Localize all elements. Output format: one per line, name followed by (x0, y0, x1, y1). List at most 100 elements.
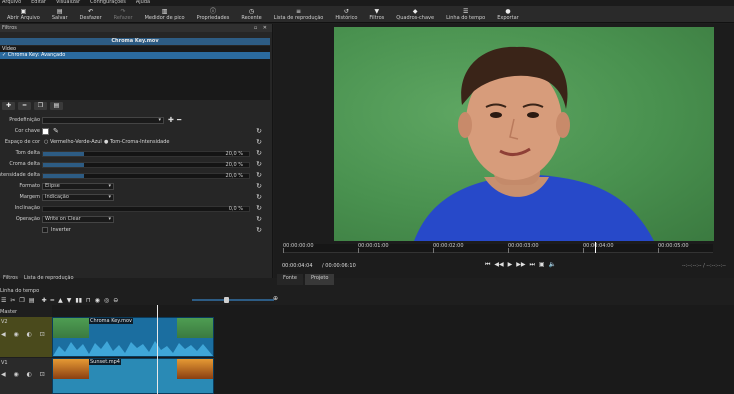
filter-item-chroma-key[interactable]: ✓ Chroma Key: Avançado (0, 52, 270, 59)
tab-source[interactable]: Fonte (277, 274, 303, 285)
toolbar-label: Exportar (497, 15, 519, 21)
skip-next-icon[interactable]: ⏭ (530, 260, 535, 270)
player-playhead[interactable] (595, 242, 596, 253)
open-button[interactable]: ▣ Abrir Arquivo (1, 6, 46, 23)
copy-icon[interactable]: ❐ (19, 297, 24, 304)
toolbar-label: Propriedades (196, 15, 230, 21)
edge-combo[interactable]: Indicação ▾ (42, 194, 114, 201)
volume-icon[interactable]: 🔈 (549, 260, 556, 270)
paste-filter-button[interactable]: ▤ (50, 102, 63, 110)
reset-icon[interactable]: ↻ (256, 139, 262, 146)
recent-button[interactable]: ◷ Recente (235, 6, 267, 23)
key-color-swatch[interactable] (42, 128, 49, 135)
play-icon[interactable]: ▶ (508, 260, 513, 270)
color-space-label: Espaço de cor (4, 139, 40, 145)
zoom-slider-handle[interactable] (224, 297, 229, 303)
slider-fill (43, 174, 85, 178)
track-controls[interactable]: ◀ ◉ ◐ ⊡ (1, 331, 48, 338)
zoom-slider[interactable] (192, 297, 274, 303)
invert-checkbox[interactable] (42, 227, 48, 233)
key-color-row: Cor chave ✎ ↻ (0, 127, 270, 136)
reset-icon[interactable]: ↻ (256, 172, 262, 179)
slope-slider[interactable]: 0,0 % (42, 206, 250, 212)
eyedropper-icon[interactable]: ✎ (53, 127, 59, 136)
intensity-delta-label: Intensidade delta (0, 172, 40, 178)
copy-filter-button[interactable]: ❐ (34, 102, 47, 110)
undo-button[interactable]: ↶ Desfazer (74, 6, 108, 23)
reset-icon[interactable]: ↻ (256, 194, 262, 201)
paste-icon[interactable]: ▤ (29, 297, 35, 304)
timeline-playhead[interactable] (157, 305, 158, 394)
reset-icon[interactable]: ↻ (256, 205, 262, 212)
fast-forward-icon[interactable]: ▶▶ (516, 260, 525, 270)
tab-playlist[interactable]: Lista de reprodução (21, 273, 77, 283)
clip-thumbnail (53, 318, 89, 338)
format-combo[interactable]: Elipse ▾ (42, 183, 114, 190)
chroma-delta-slider[interactable]: 20,0 % (42, 162, 250, 168)
save-preset-icon[interactable]: ✚ (168, 116, 174, 125)
lift-icon[interactable]: ▲ (58, 297, 63, 304)
operation-combo[interactable]: Write on Clear ▾ (42, 216, 114, 223)
remove-icon[interactable]: ━ (51, 297, 55, 304)
timeline-button[interactable]: ☰ Linha do tempo (440, 6, 491, 23)
intensity-delta-slider[interactable]: 20,0 % (42, 173, 250, 179)
reset-icon[interactable]: ↻ (256, 183, 262, 190)
reset-icon[interactable]: ↻ (256, 227, 262, 234)
reset-icon[interactable]: ↻ (256, 128, 262, 135)
filters-button[interactable]: ▼ Filtros (363, 6, 390, 23)
ruler-tick: 00:00:00:00 (283, 243, 314, 253)
split-icon[interactable]: ▮▮ (75, 297, 82, 304)
keyframes-button[interactable]: ◆ Quadros-chave (390, 6, 440, 23)
history-button[interactable]: ↺ Histórico (329, 6, 363, 23)
rewind-icon[interactable]: ◀◀ (494, 260, 503, 270)
grid-icon[interactable]: ▣ (539, 260, 545, 270)
ripple-icon[interactable]: ◎ (104, 297, 109, 304)
toolbar-label: Linha do tempo (446, 15, 486, 21)
peak-meter-button[interactable]: ▥ Medidor de pico (139, 6, 191, 23)
add-filter-button[interactable]: ✚ (2, 102, 15, 110)
track-name: V1 (1, 360, 8, 366)
reset-icon[interactable]: ↻ (256, 150, 262, 157)
tab-project[interactable]: Projeto (304, 274, 335, 285)
zoom-out-icon[interactable]: ⊖ (113, 297, 118, 304)
save-button[interactable]: ▤ Salvar (46, 6, 74, 23)
menu-icon[interactable]: ☰ (1, 297, 6, 304)
timeline-tracks[interactable]: Chroma Key.mov Sunset.mp4 (52, 305, 734, 394)
reset-icon[interactable]: ↻ (256, 161, 262, 168)
video-preview[interactable] (334, 27, 714, 241)
player-ruler[interactable]: 00:00:00:00 00:00:01:00 00:00:02:00 00:0… (283, 242, 713, 253)
export-button[interactable]: ● Exportar (491, 6, 525, 23)
timeline-clip-chroma-key[interactable]: Chroma Key.mov (52, 317, 214, 357)
redo-button[interactable]: ↷ Refazer (108, 6, 139, 23)
player-tabs: Fonte Projeto (277, 274, 335, 285)
skip-previous-icon[interactable]: ⏮ (485, 260, 490, 270)
hue-delta-slider[interactable]: 20,0 % (42, 151, 250, 157)
track-header-v2[interactable]: V2 ◀ ◉ ◐ ⊡ (0, 317, 52, 357)
tab-filters[interactable]: Filtros (0, 273, 21, 283)
radio-rgb[interactable]: ○ Vermelho-Verde-Azul (44, 138, 102, 147)
color-space-row: Espaço de cor ○ Vermelho-Verde-Azul ● To… (0, 138, 270, 147)
remove-filter-button[interactable]: ━ (18, 102, 31, 110)
overwrite-icon[interactable]: ▼ (67, 297, 72, 304)
filter-list[interactable]: Vídeo ✓ Chroma Key: Avançado (0, 46, 270, 100)
properties-button[interactable]: ⓘ Propriedades (191, 6, 236, 23)
hue-delta-label: Tom delta (15, 150, 40, 156)
playlist-button[interactable]: ≡ Lista de reprodução (268, 6, 330, 23)
snap-icon[interactable]: ⊓ (86, 297, 91, 304)
track-header-v1[interactable]: V1 ◀ ◉ ◐ ⊡ (0, 358, 52, 394)
scrub-icon[interactable]: ◉ (95, 297, 100, 304)
radio-hci[interactable]: ● Tom-Croma-Intensidade (104, 138, 169, 147)
ruler-tick: 00:00:05:00 (658, 243, 689, 253)
current-timecode[interactable]: 00:00:04:04 (282, 262, 313, 270)
panel-controls[interactable]: ▫ ✕ (254, 24, 269, 32)
cut-icon[interactable]: ✂ (10, 297, 15, 304)
slope-label: Inclinação (14, 205, 40, 211)
timeline-clip-sunset[interactable]: Sunset.mp4 (52, 358, 214, 394)
toolbar-label: Recente (241, 15, 262, 21)
zoom-in-icon[interactable]: ⊕ (273, 295, 278, 302)
delete-preset-icon[interactable]: ━ (177, 116, 181, 125)
track-controls[interactable]: ◀ ◉ ◐ ⊡ (1, 371, 48, 378)
reset-icon[interactable]: ↻ (256, 216, 262, 223)
preset-combo[interactable]: ▾ (42, 117, 164, 124)
append-icon[interactable]: ✚ (41, 297, 46, 304)
